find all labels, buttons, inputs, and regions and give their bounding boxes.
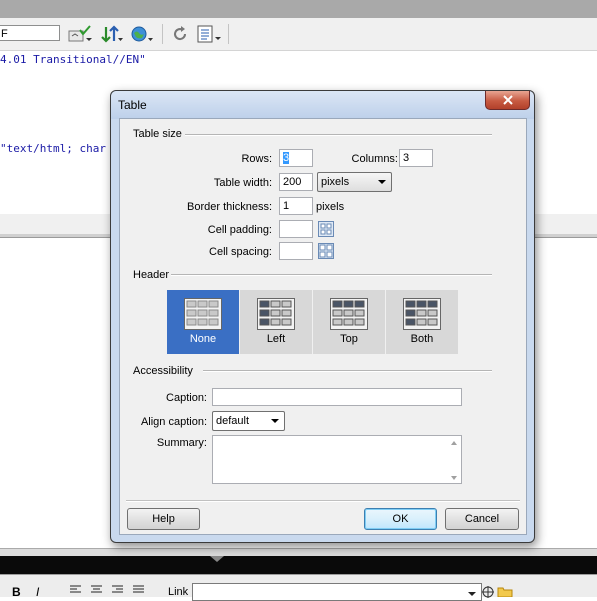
summary-label: Summary: <box>156 437 207 449</box>
toolbar-separator <box>228 24 229 44</box>
table-top-header-icon <box>330 298 368 330</box>
border-thickness-label: Border thickness: <box>187 201 272 213</box>
header-option-label: Both <box>410 333 434 345</box>
window-top-strip <box>0 0 597 18</box>
align-caption-label: Align caption: <box>140 416 207 428</box>
width-unit-select[interactable]: pixels <box>317 172 392 192</box>
toolbar-title-input[interactable]: F <box>0 25 60 41</box>
validate-markup-icon[interactable] <box>68 24 94 44</box>
columns-label: Columns: <box>351 153 398 165</box>
link-input[interactable] <box>192 583 482 601</box>
header-option-label: Left <box>266 333 286 345</box>
chevron-down-icon <box>378 180 386 184</box>
link-dropdown-icon[interactable] <box>468 588 476 600</box>
table-both-header-icon <box>403 298 441 330</box>
chevron-down-icon <box>271 419 279 423</box>
header-option-none[interactable]: None <box>167 290 239 354</box>
dialog-body: Table size Rows: 3 Columns: 3 Table widt… <box>119 118 527 535</box>
group-divider <box>185 134 492 136</box>
table-size-legend: Table size <box>133 128 182 140</box>
header-option-label: None <box>189 333 217 345</box>
code-line: 4.01 Transitional//EN" <box>0 53 146 66</box>
close-button[interactable] <box>485 91 530 110</box>
close-icon <box>502 95 513 105</box>
group-divider <box>171 274 492 276</box>
code-line: "text/html; char <box>0 142 106 155</box>
columns-input[interactable]: 3 <box>399 149 433 167</box>
cancel-button[interactable]: Cancel <box>445 508 519 530</box>
collapse-arrow-icon[interactable] <box>210 556 224 562</box>
table-width-label: Table width: <box>213 177 272 189</box>
document-toolbar: F <box>0 18 597 51</box>
table-width-input[interactable]: 200 <box>279 173 313 191</box>
rows-label: Rows: <box>241 153 272 165</box>
border-unit-label: pixels <box>316 201 345 213</box>
file-management-icon[interactable] <box>100 24 124 44</box>
dialog-titlebar[interactable]: Table <box>111 91 534 119</box>
header-option-both[interactable]: Both <box>386 290 458 354</box>
link-label: Link <box>168 586 189 598</box>
ok-button[interactable]: OK <box>364 508 437 530</box>
cell-padding-label: Cell padding: <box>207 224 272 236</box>
cell-spacing-label: Cell spacing: <box>209 246 272 258</box>
properties-panel-header[interactable] <box>0 556 597 574</box>
help-button[interactable]: Help <box>127 508 200 530</box>
border-thickness-input[interactable]: 1 <box>279 197 313 215</box>
view-options-icon[interactable] <box>196 24 222 44</box>
summary-scrollbar[interactable] <box>447 436 461 483</box>
toolbar-separator <box>162 24 163 44</box>
table-left-header-icon <box>257 298 295 330</box>
table-none-icon <box>184 298 222 330</box>
cell-padding-input[interactable] <box>279 220 313 238</box>
browse-folder-icon[interactable] <box>497 585 513 600</box>
summary-textarea[interactable] <box>212 435 462 484</box>
preview-browser-icon[interactable] <box>130 24 154 44</box>
header-option-label: Top <box>340 333 358 345</box>
caption-label: Caption: <box>166 392 207 404</box>
rows-input[interactable]: 3 <box>279 149 313 167</box>
italic-button[interactable]: I <box>36 585 39 599</box>
caption-input[interactable] <box>212 388 462 406</box>
bold-button[interactable]: B <box>12 585 21 599</box>
group-divider <box>203 370 492 372</box>
cell-spacing-input[interactable] <box>279 242 313 260</box>
table-dialog: Table Table size Rows: 3 Columns: 3 Tabl… <box>110 90 535 543</box>
cell-padding-icon <box>318 221 334 237</box>
accessibility-legend: Accessibility <box>133 365 193 377</box>
cell-spacing-icon <box>318 243 334 259</box>
point-to-file-icon[interactable] <box>482 586 496 601</box>
refresh-icon[interactable] <box>170 24 190 44</box>
properties-panel: B I Link <box>0 574 597 601</box>
header-option-left[interactable]: Left <box>240 290 312 354</box>
header-legend: Header <box>133 269 170 281</box>
header-option-top[interactable]: Top <box>313 290 385 354</box>
align-caption-select[interactable]: default <box>212 411 285 431</box>
dialog-title: Table <box>118 98 147 112</box>
footer-divider <box>126 500 520 502</box>
